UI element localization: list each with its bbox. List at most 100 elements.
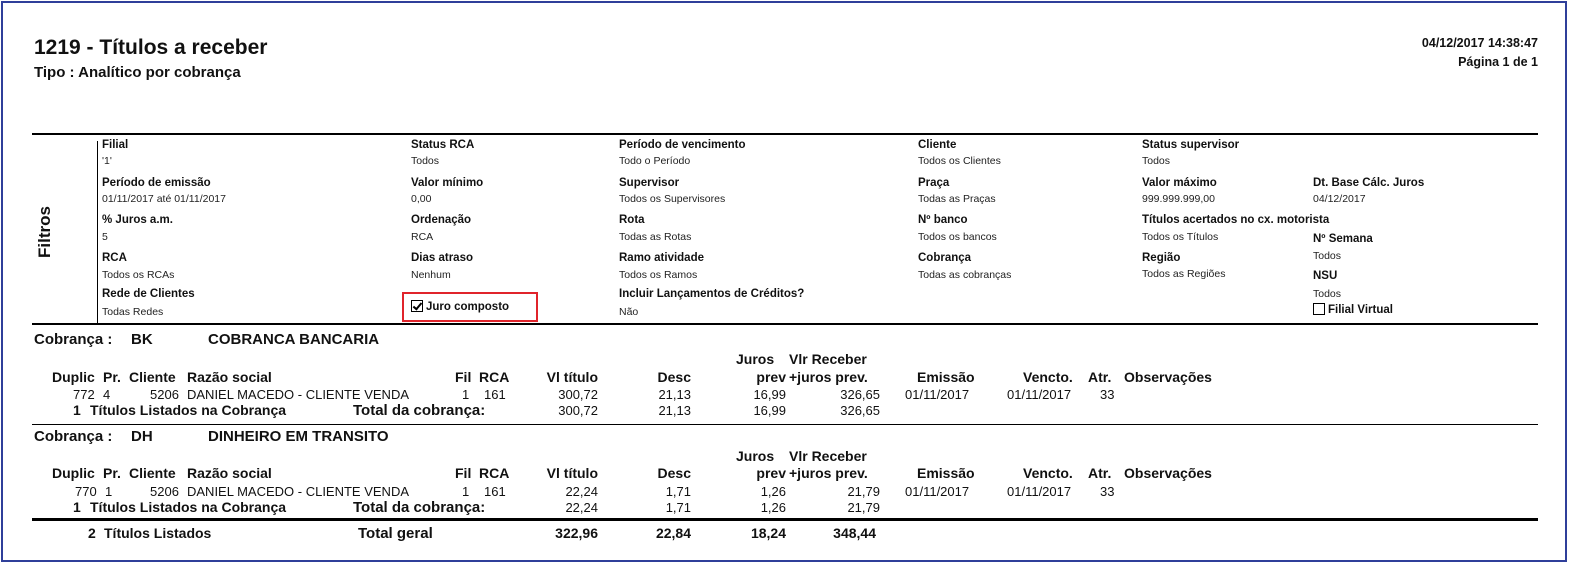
row-rca: 161 — [484, 387, 506, 402]
summary-vl-titulo: 22,24 — [565, 500, 598, 515]
filter-titulos-acertados-label: Títulos acertados no cx. motorista — [1142, 214, 1330, 226]
filter-supervisor-label: Supervisor — [619, 177, 680, 189]
summary-total-label: Total da cobrança: — [353, 499, 486, 516]
report-title: 1219 - Títulos a receber — [34, 36, 268, 59]
filter-rede-label: Rede de Clientes — [102, 288, 195, 300]
summary-desc: 21,13 — [658, 403, 691, 418]
filter-praca-value: Todas as Praças — [918, 193, 996, 205]
filter-cliente-value: Todos os Clientes — [918, 155, 1001, 167]
col-juros-prev-header: prev — [756, 465, 786, 481]
report-datetime: 04/12/2017 14:38:47 — [1421, 36, 1538, 50]
report-subtitle: Tipo : Analítico por cobrança — [34, 64, 241, 81]
filial-virtual-checkbox[interactable]: Filial Virtual — [1313, 303, 1393, 316]
row-vlr: 326,65 — [840, 387, 880, 402]
checkbox-checked-icon[interactable] — [411, 300, 423, 312]
row-pr: 4 — [103, 387, 111, 402]
col-juros-header: Juros — [736, 351, 775, 367]
filter-titulos-acertados-value: Todos os Títulos — [1142, 231, 1219, 243]
filter-incluir-label: Incluir Lançamentos de Créditos? — [619, 288, 805, 300]
col-fil-header: Fil — [455, 465, 472, 481]
filter-vencimento-label: Período de vencimento — [619, 139, 746, 151]
col-razao-header: Razão social — [187, 465, 272, 481]
grand-total-desc: 22,84 — [655, 525, 691, 541]
filter-regiao-label: Região — [1142, 252, 1181, 264]
filter-valor-minimo-label: Valor mínimo — [411, 177, 484, 189]
col-obs-header: Observações — [1124, 369, 1212, 385]
filter-emissao-label: Período de emissão — [102, 177, 211, 189]
row-vl-titulo: 300,72 — [558, 387, 598, 402]
filter-ramo-label: Ramo atividade — [619, 252, 704, 264]
row-desc: 21,13 — [658, 387, 691, 402]
col-juros-header: Juros — [736, 448, 775, 464]
row-razao: DANIEL MACEDO - CLIENTE VENDA — [187, 484, 410, 499]
filter-valor-maximo-label: Valor máximo — [1142, 177, 1217, 189]
col-rca-header: RCA — [479, 369, 510, 385]
juro-composto-label: Juro composto — [426, 301, 510, 313]
row-vencto: 01/11/2017 — [1007, 484, 1072, 499]
filter-rota-value: Todas as Rotas — [619, 231, 692, 243]
row-duplic: 770 — [75, 484, 97, 499]
section-cobranca-code: BK — [131, 331, 153, 348]
filter-dias-atraso-value: Nenhum — [411, 269, 451, 281]
col-juros-prev-header: prev — [756, 369, 786, 385]
filter-supervisor-value: Todos os Supervisores — [619, 193, 726, 205]
filial-virtual-label: Filial Virtual — [1328, 304, 1393, 316]
col-atr-header: Atr. — [1088, 465, 1112, 481]
col-razao-header: Razão social — [187, 369, 272, 385]
col-juros-prev-vlr-header: +juros prev. — [789, 465, 868, 481]
col-vencto-header: Vencto. — [1023, 369, 1073, 385]
col-emissao-header: Emissão — [917, 465, 975, 481]
juro-composto-checkbox[interactable]: Juro composto — [411, 300, 509, 313]
filter-status-rca-label: Status RCA — [411, 139, 475, 151]
filters-side-rule — [97, 141, 98, 324]
col-vl-titulo-header: Vl título — [546, 369, 598, 385]
row-emissao: 01/11/2017 — [905, 387, 970, 402]
filter-vencimento-value: Todo o Período — [619, 155, 691, 167]
filter-rede-value: Todas Redes — [102, 306, 164, 318]
filter-cobranca-value: Todas as cobranças — [918, 269, 1012, 281]
grand-total-label: Total geral — [358, 525, 433, 542]
col-cliente-header: Cliente — [129, 369, 176, 385]
col-cliente-header: Cliente — [129, 465, 176, 481]
filter-incluir-value: Não — [619, 306, 639, 318]
col-desc-header: Desc — [657, 465, 691, 481]
col-duplic-header: Duplic — [52, 369, 95, 385]
filter-praca-label: Praça — [918, 177, 950, 189]
filter-cliente-label: Cliente — [918, 139, 957, 151]
filter-juros-value: 5 — [102, 231, 108, 243]
summary-vl-titulo: 300,72 — [558, 403, 598, 418]
summary-count: 1 — [73, 402, 81, 418]
summary-total-label: Total da cobrança: — [353, 402, 486, 419]
filter-banco-value: Todos os bancos — [918, 231, 997, 243]
filter-banco-label: Nº banco — [918, 214, 968, 226]
col-fil-header: Fil — [455, 369, 472, 385]
row-atr: 33 — [1100, 484, 1115, 499]
summary-vlr: 21,79 — [847, 500, 880, 515]
row-razao: DANIEL MACEDO - CLIENTE VENDA — [187, 387, 410, 402]
col-desc-header: Desc — [657, 369, 691, 385]
section-cobranca-name: COBRANCA BANCARIA — [208, 331, 380, 348]
col-vlr-receber-header: Vlr Receber — [789, 351, 867, 367]
summary-juros: 1,26 — [760, 500, 786, 515]
row-cliente: 5206 — [150, 387, 179, 402]
filter-nsu-label: NSU — [1313, 270, 1338, 282]
checkbox-unchecked-icon[interactable] — [1313, 303, 1325, 315]
row-vencto: 01/11/2017 — [1007, 387, 1072, 402]
section-cobranca-name: DINHEIRO EM TRANSITO — [208, 428, 389, 445]
filter-valor-minimo-value: 0,00 — [411, 193, 432, 205]
col-rca-header: RCA — [479, 465, 510, 481]
filter-semana-value: Todos — [1313, 250, 1342, 262]
row-emissao: 01/11/2017 — [905, 484, 970, 499]
grand-total-juros: 18,24 — [750, 525, 786, 541]
col-atr-header: Atr. — [1088, 369, 1112, 385]
col-pr-header: Pr. — [103, 465, 121, 481]
filter-ramo-value: Todos os Ramos — [619, 269, 698, 281]
col-emissao-header: Emissão — [917, 369, 975, 385]
col-juros-prev-vlr-header: +juros prev. — [789, 369, 868, 385]
grand-total-listed: Títulos Listados — [104, 525, 212, 541]
filter-nsu-value: Todos — [1313, 288, 1342, 300]
col-duplic-header: Duplic — [52, 465, 95, 481]
filter-rca-value: Todos os RCAs — [102, 269, 175, 281]
row-pr: 1 — [105, 484, 113, 499]
summary-juros: 16,99 — [753, 403, 786, 418]
